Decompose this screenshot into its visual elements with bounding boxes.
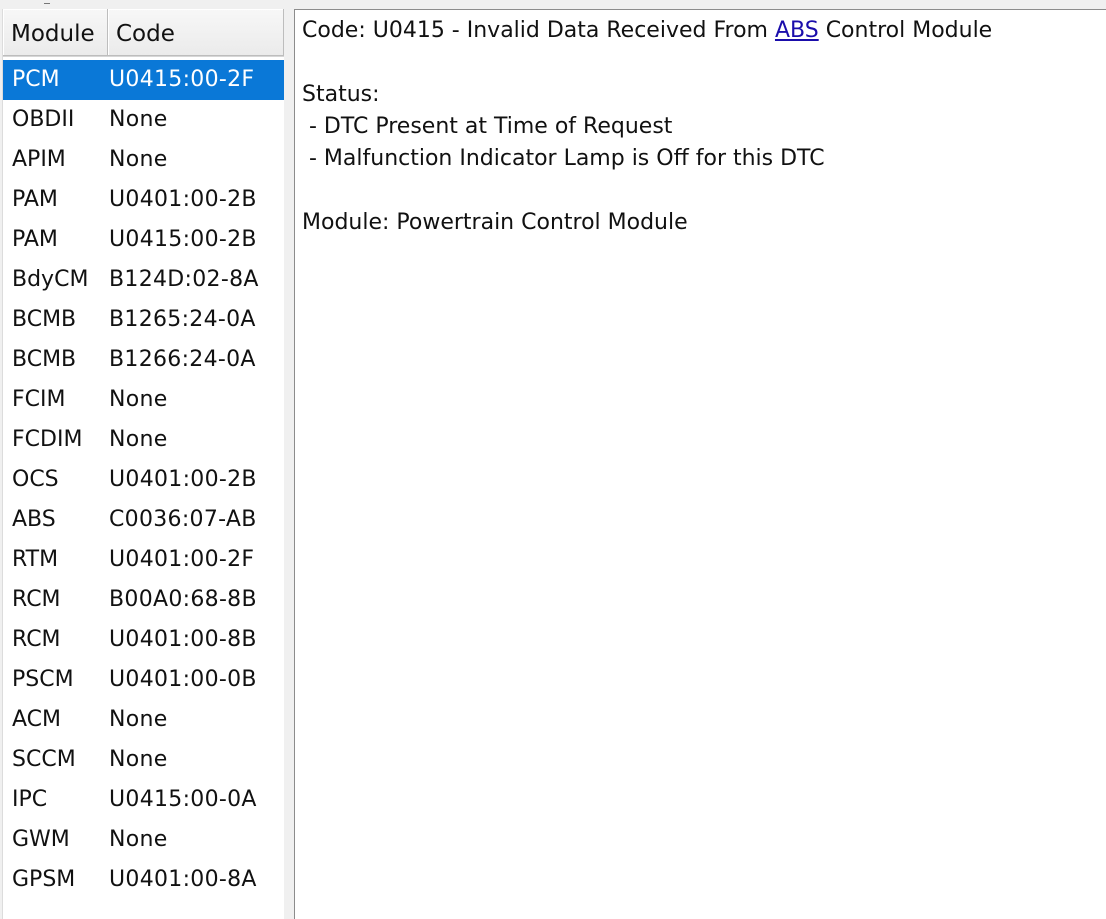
dtc-detail-pane: Code: U0415 - Invalid Data Received From… <box>294 9 1106 919</box>
table-row[interactable]: FCDIM None <box>3 420 284 460</box>
status-item: - Malfunction Indicator Lamp is Off for … <box>302 146 825 171</box>
cell-code: None <box>109 707 168 732</box>
table-row[interactable]: GWM None <box>3 820 284 860</box>
dtc-code-text: Code: U0415 - Invalid Data Received From <box>302 18 775 43</box>
cell-code: U0401:00-8B <box>109 627 257 652</box>
cell-code: U0401:00-2F <box>109 547 255 572</box>
table-row[interactable]: PAM U0401:00-2B <box>3 180 284 220</box>
cell-code: U0401:00-2B <box>109 187 257 212</box>
cell-module: ACM <box>12 707 62 732</box>
cell-code: U0401:00-8A <box>109 867 257 892</box>
table-row[interactable]: SCCM None <box>3 740 284 780</box>
cell-module: PAM <box>12 227 58 252</box>
cell-module: RCM <box>12 587 61 612</box>
dtc-code-line: Code: U0415 - Invalid Data Received From… <box>302 15 1106 47</box>
cell-module: RCM <box>12 627 61 652</box>
cell-code: U0415:00-0A <box>109 787 257 812</box>
cell-module: IPC <box>12 787 48 812</box>
dtc-code-suffix: Control Module <box>818 18 993 43</box>
module-line: Module: Powertrain Control Module <box>302 210 688 235</box>
cell-code: U0415:00-2F <box>109 67 255 92</box>
table-row[interactable]: PAM U0415:00-2B <box>3 220 284 260</box>
cell-code: C0036:07-AB <box>109 507 257 532</box>
cell-module: ABS <box>12 507 56 532</box>
pane-splitter[interactable] <box>284 9 294 919</box>
cell-module: OCS <box>12 467 59 492</box>
cell-code: None <box>109 747 168 772</box>
cell-code: U0401:00-0B <box>109 667 257 692</box>
status-item: - DTC Present at Time of Request <box>302 114 673 139</box>
cell-module: RTM <box>12 547 59 572</box>
cell-module: SCCM <box>12 747 76 772</box>
caret-mark <box>44 0 50 4</box>
abs-link[interactable]: ABS <box>775 18 819 43</box>
cell-code: None <box>109 107 168 132</box>
table-row[interactable]: ABS C0036:07-AB <box>3 500 284 540</box>
cell-code: U0401:00-2B <box>109 467 257 492</box>
module-code-list[interactable]: Module Code PCM U0415:00-2F OBDII None APIM N… <box>2 9 285 919</box>
table-row[interactable]: RTM U0401:00-2F <box>3 540 284 580</box>
table-row[interactable]: OCS U0401:00-2B <box>3 460 284 500</box>
list-header: Module Code <box>3 9 284 57</box>
table-row[interactable]: APIM None <box>3 140 284 180</box>
table-row[interactable]: PCM U0415:00-2F <box>3 60 284 100</box>
cell-module: BdyCM <box>12 267 89 292</box>
cell-module: OBDII <box>12 107 75 132</box>
cell-code: None <box>109 827 168 852</box>
table-row[interactable]: RCM B00A0:68-8B <box>3 580 284 620</box>
table-row[interactable]: BCMB B1265:24-0A <box>3 300 284 340</box>
cell-code: None <box>109 147 168 172</box>
cell-code: B1266:24-0A <box>109 347 256 372</box>
cell-module: GWM <box>12 827 70 852</box>
cell-module: GPSM <box>12 867 76 892</box>
cell-code: B124D:02-8A <box>109 267 259 292</box>
cell-code: B1265:24-0A <box>109 307 256 332</box>
table-row[interactable]: BCMB B1266:24-0A <box>3 340 284 380</box>
cell-module: FCDIM <box>12 427 83 452</box>
cell-code: U0415:00-2B <box>109 227 257 252</box>
column-header-code[interactable]: Code <box>108 9 284 56</box>
table-row[interactable]: BdyCM B124D:02-8A <box>3 260 284 300</box>
top-strip <box>0 0 1106 6</box>
cell-module: PAM <box>12 187 58 212</box>
table-row[interactable]: GPSM U0401:00-8A <box>3 860 284 900</box>
table-row[interactable]: RCM U0401:00-8B <box>3 620 284 660</box>
cell-module: BCMB <box>12 347 77 372</box>
table-row[interactable]: FCIM None <box>3 380 284 420</box>
cell-module: BCMB <box>12 307 77 332</box>
column-header-module[interactable]: Module <box>3 9 108 56</box>
cell-module: PCM <box>12 67 60 92</box>
table-row[interactable]: IPC U0415:00-0A <box>3 780 284 820</box>
dtc-viewer-window: Module Code PCM U0415:00-2F OBDII None APIM N… <box>0 0 1106 919</box>
cell-module: FCIM <box>12 387 66 412</box>
cell-module: APIM <box>12 147 66 172</box>
cell-code: None <box>109 427 168 452</box>
table-row[interactable]: OBDII None <box>3 100 284 140</box>
table-row[interactable]: PSCM U0401:00-0B <box>3 660 284 700</box>
cell-code: B00A0:68-8B <box>109 587 257 612</box>
cell-module: PSCM <box>12 667 74 692</box>
table-row[interactable]: ACM None <box>3 700 284 740</box>
status-label: Status: <box>302 82 380 107</box>
list-rows: PCM U0415:00-2F OBDII None APIM None PAM U0401:… <box>3 60 284 900</box>
cell-code: None <box>109 387 168 412</box>
